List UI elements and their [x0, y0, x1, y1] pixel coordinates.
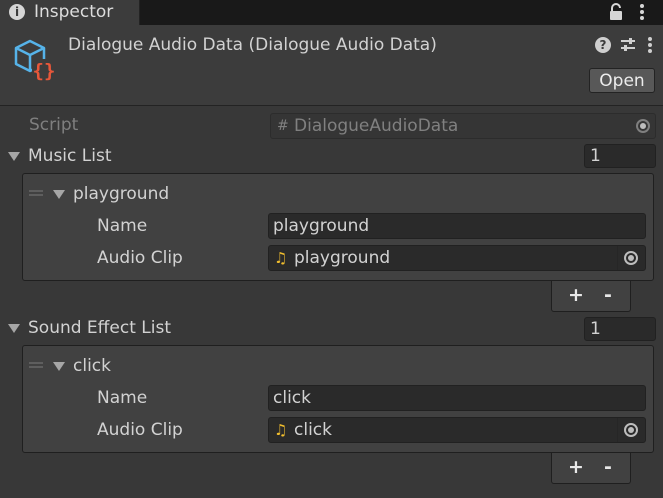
object-title: Dialogue Audio Data (Dialogue Audio Data…: [68, 35, 437, 55]
script-field: # DialogueAudioData: [270, 113, 656, 139]
audio-clip-icon: ♫: [274, 249, 288, 267]
element-foldout-icon[interactable]: [53, 190, 65, 199]
tab-menu-icon[interactable]: [635, 2, 649, 22]
audio-clip-value: click: [294, 420, 332, 440]
object-picker-button[interactable]: [617, 246, 646, 270]
audio-clip-field[interactable]: ♫ click: [268, 417, 646, 443]
music-list-label[interactable]: Music List: [28, 145, 112, 167]
script-file-icon: #: [277, 118, 289, 134]
object-picker-icon: [624, 423, 638, 437]
tab-inspector[interactable]: i Inspector: [0, 0, 140, 25]
name-field[interactable]: click: [268, 385, 646, 411]
help-icon[interactable]: ?: [595, 37, 611, 53]
inspector-header: {} Dialogue Audio Data (Dialogue Audio D…: [0, 25, 663, 106]
svg-text:{}: {}: [33, 60, 56, 82]
add-element-button[interactable]: +: [564, 281, 588, 309]
music-list-foldout-icon[interactable]: [8, 152, 20, 161]
script-label: Script: [29, 115, 79, 135]
element-title[interactable]: playground: [73, 183, 169, 205]
object-picker-button[interactable]: [617, 418, 646, 442]
info-icon: i: [9, 4, 25, 20]
audio-clip-field[interactable]: ♫ playground: [268, 245, 646, 271]
drag-handle-icon[interactable]: [29, 190, 43, 196]
object-picker-icon: [636, 119, 650, 133]
script-value: DialogueAudioData: [294, 116, 459, 136]
audio-clip-label: Audio Clip: [97, 248, 183, 268]
object-picker-icon: [624, 251, 638, 265]
scriptable-object-icon: {}: [14, 39, 56, 82]
add-element-button[interactable]: +: [564, 453, 588, 481]
open-button[interactable]: Open: [589, 68, 655, 93]
drag-handle-icon[interactable]: [29, 362, 43, 368]
name-field[interactable]: playground: [268, 213, 646, 239]
tab-label: Inspector: [34, 2, 114, 22]
element-foldout-icon[interactable]: [53, 362, 65, 371]
element-title[interactable]: click: [73, 355, 111, 377]
audio-clip-label: Audio Clip: [97, 420, 183, 440]
component-menu-icon[interactable]: [644, 35, 656, 55]
remove-element-button[interactable]: -: [596, 281, 620, 309]
presets-icon[interactable]: [619, 36, 637, 54]
sound-effect-list-label[interactable]: Sound Effect List: [28, 317, 171, 339]
sound-effect-list-footer: + -: [551, 453, 631, 484]
lock-icon[interactable]: [606, 2, 626, 22]
music-list-footer: + -: [551, 281, 631, 312]
audio-clip-value: playground: [294, 248, 391, 268]
audio-clip-icon: ♫: [274, 421, 288, 439]
sound-effect-list-size-field[interactable]: 1: [584, 317, 656, 341]
music-list-size-field[interactable]: 1: [584, 144, 656, 168]
name-label: Name: [97, 216, 148, 236]
sound-effect-list-foldout-icon[interactable]: [8, 324, 20, 333]
name-label: Name: [97, 388, 148, 408]
remove-element-button[interactable]: -: [596, 453, 620, 481]
